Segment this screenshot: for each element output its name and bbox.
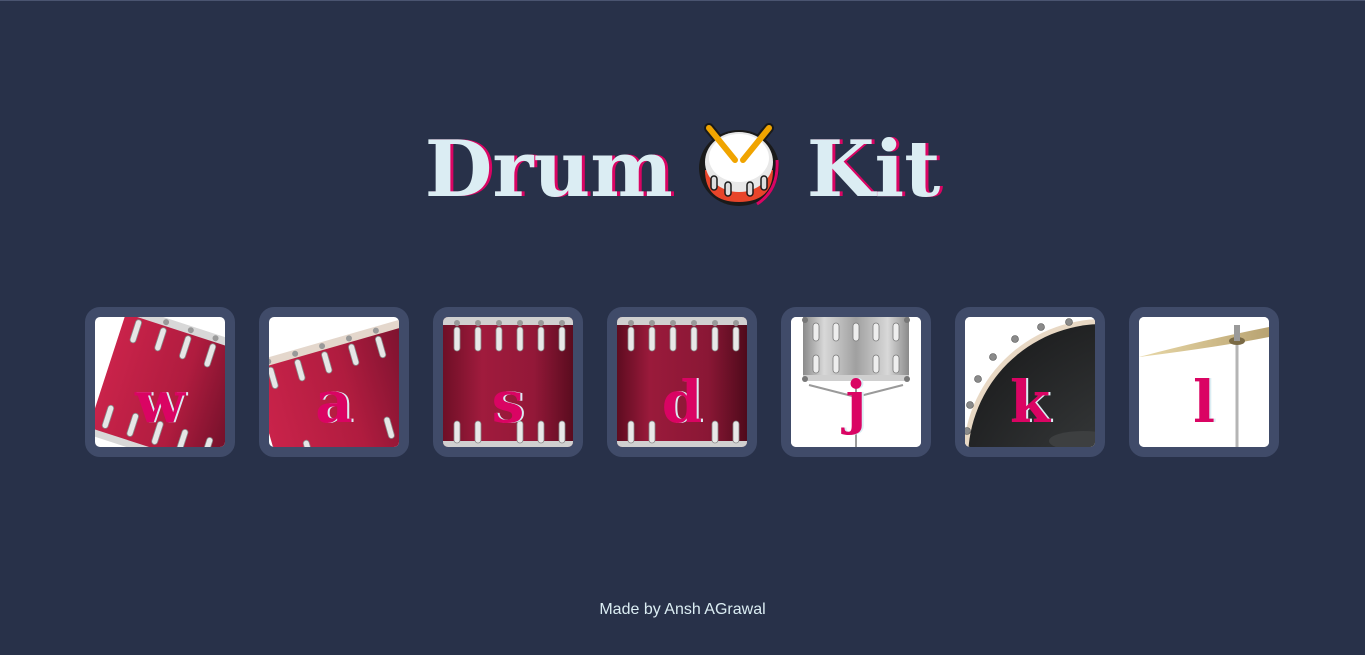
drum-button-k[interactable]: k [955,307,1105,457]
page-title: Drum Kit [0,114,1365,220]
drum-key-label: a [315,368,353,436]
drum-set: w a s d j k l [85,307,1285,457]
drum-key-label: l [1192,368,1216,436]
drum-button-j[interactable]: j [781,307,931,457]
title-word-drum: Drum [424,123,673,215]
drum-button-w[interactable]: w [85,307,235,457]
drum-key-label: s [491,368,525,436]
title-word-kit: Kit [806,123,941,215]
drum-key-label: j [845,368,867,436]
drum-icon [697,120,781,212]
drum-key-label: d [661,368,703,436]
drum-button-d[interactable]: d [607,307,757,457]
drum-key-label: w [135,368,185,436]
drum-button-a[interactable]: a [259,307,409,457]
drum-button-s[interactable]: s [433,307,583,457]
top-border-line [0,0,1365,1]
drum-button-l[interactable]: l [1129,307,1279,457]
footer-credit: Made by Ansh AGrawal [599,601,766,618]
drum-key-label: k [1009,368,1051,436]
